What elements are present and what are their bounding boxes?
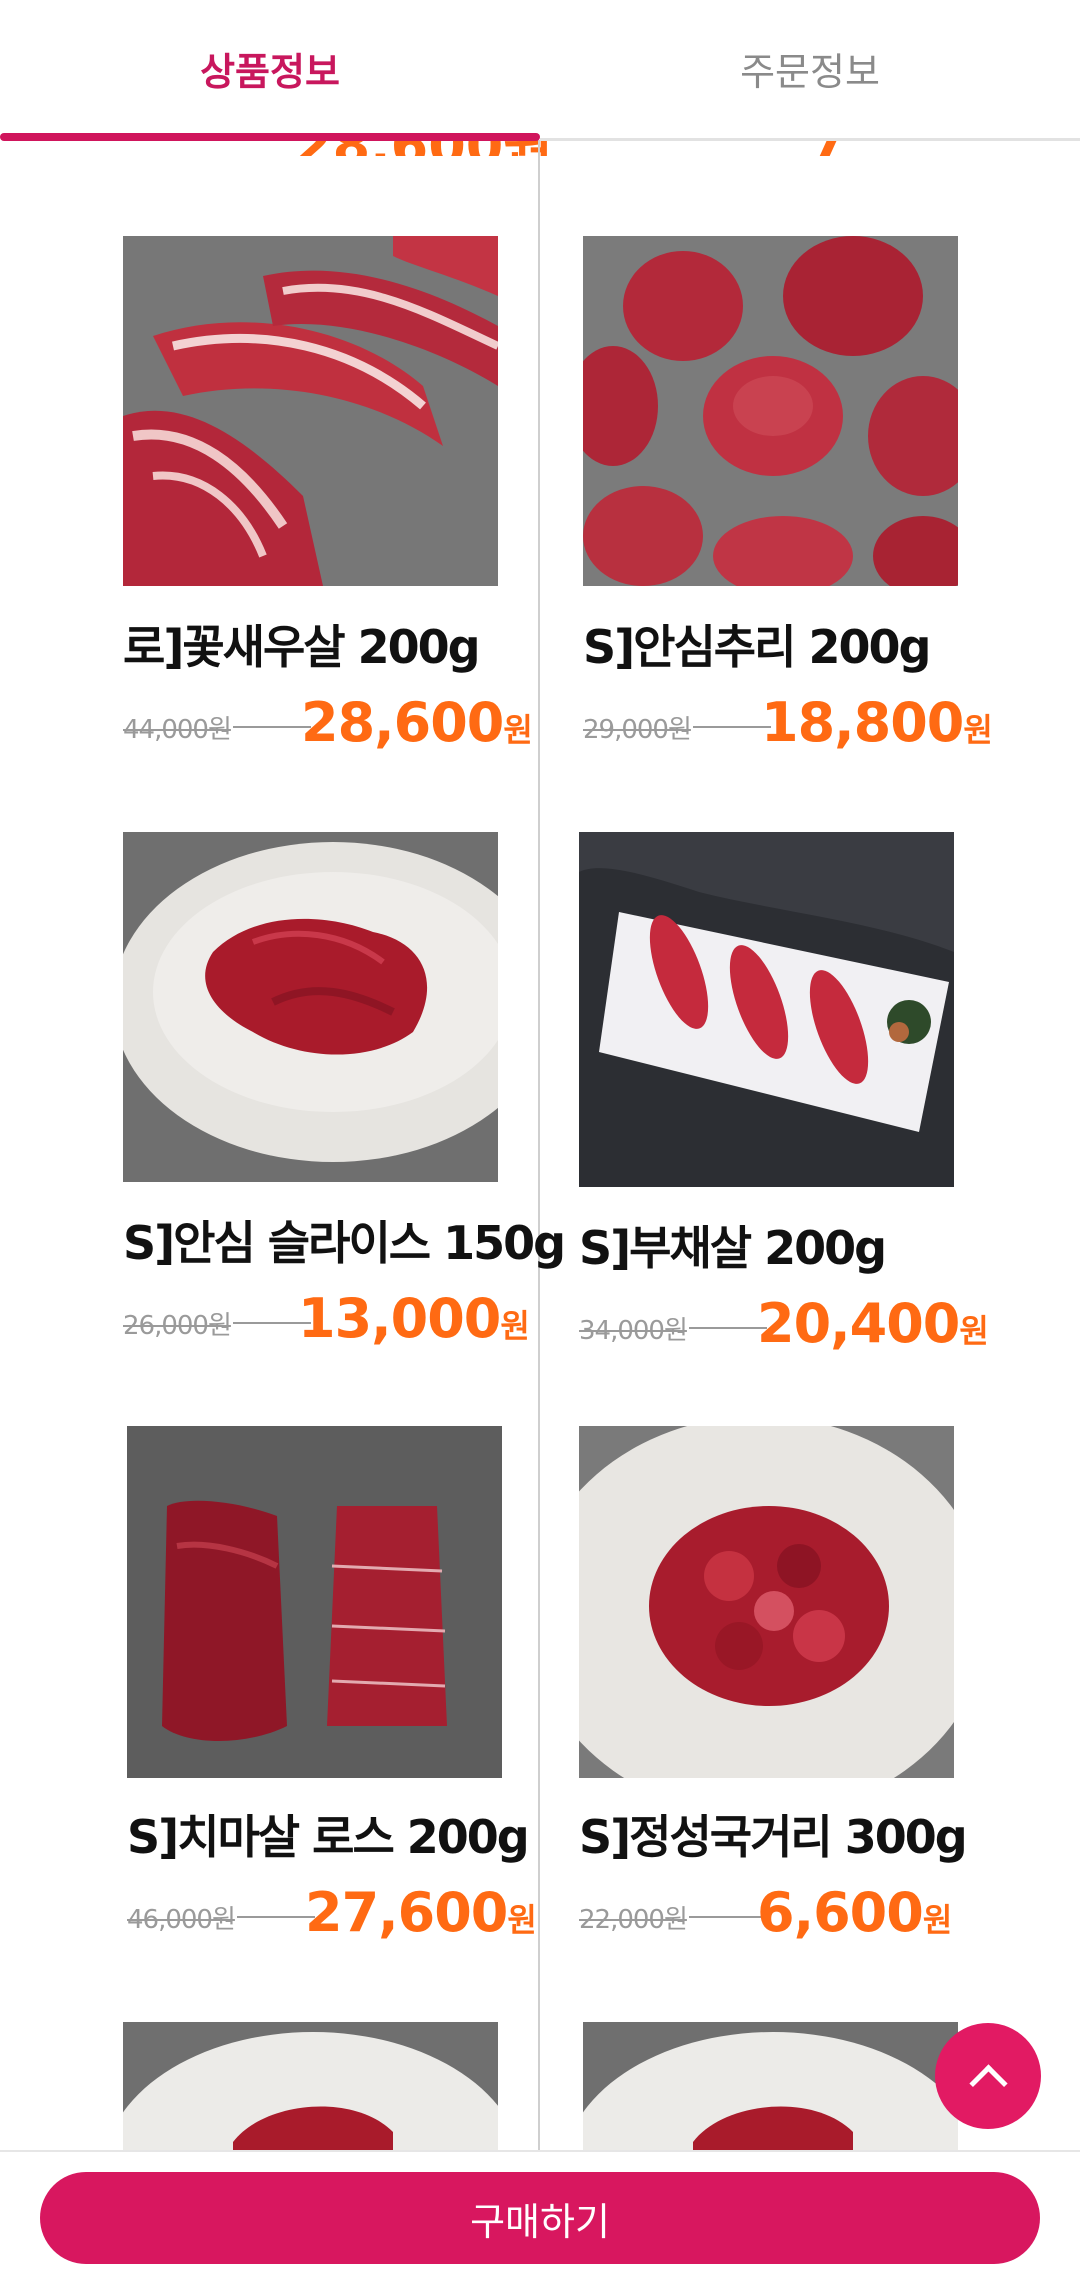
- scroll-top-button[interactable]: [935, 2023, 1041, 2129]
- sale-price: 27,600원: [305, 1881, 537, 1944]
- sale-price: 13,000원: [298, 1287, 530, 1350]
- original-price: 44,000원: [123, 715, 232, 745]
- next-product-photo: [583, 2022, 958, 2150]
- product-name: S]안심추리 200g: [583, 620, 931, 674]
- sale-price: 20,400원: [757, 1292, 989, 1355]
- product-card[interactable]: S]정성국거리 300g 22,000원 6,600원: [579, 1426, 979, 1986]
- product-name: S]정성국거리 300g: [579, 1810, 968, 1864]
- beef-soup-cubes-on-plate-photo: [579, 1426, 954, 1778]
- original-price: 26,000원: [123, 1311, 232, 1341]
- original-price: 22,000원: [579, 1905, 688, 1935]
- product-card[interactable]: S]안심 슬라이스 150g 26,000원 13,000원: [123, 832, 566, 1392]
- tab-product-info[interactable]: 상품정보: [0, 0, 540, 136]
- next-product-photo: [123, 2022, 498, 2150]
- column-divider: [538, 140, 540, 2150]
- sale-price: 28,600원: [301, 691, 533, 754]
- sale-price: 6,600원: [757, 1881, 952, 1944]
- original-price: 29,000원: [583, 715, 692, 745]
- bottom-bar: 구매하기: [0, 2150, 1080, 2286]
- active-tab-indicator: [0, 133, 540, 141]
- arrow-icon: [693, 726, 771, 728]
- product-name: S]부채살 200g: [579, 1221, 887, 1275]
- tab-bar: 상품정보 주문정보: [0, 0, 1080, 141]
- arrow-icon: [237, 1916, 315, 1918]
- product-card[interactable]: 로]꽃새우살 200g 44,000원 28,600원: [123, 236, 533, 796]
- buy-button[interactable]: 구매하기: [40, 2172, 1040, 2264]
- arrow-icon: [689, 1916, 767, 1918]
- product-card[interactable]: S]치마살 로스 200g 46,000원 27,600원: [127, 1426, 537, 1986]
- beef-tenderloin-cubes-photo: [583, 236, 958, 586]
- original-price: 46,000원: [127, 1905, 236, 1935]
- skirt-steak-pieces-photo: [127, 1426, 502, 1778]
- marbled-beef-strips-photo: [123, 236, 498, 586]
- product-card[interactable]: S]부채살 200g 34,000원 20,400원: [579, 832, 989, 1392]
- product-card[interactable]: S]안심추리 200g 29,000원 18,800원: [583, 236, 993, 796]
- flat-iron-steaks-on-tray-photo: [579, 832, 954, 1187]
- arrow-icon: [689, 1327, 767, 1329]
- product-name: S]치마살 로스 200g: [127, 1810, 530, 1864]
- sale-price: 18,800원: [761, 691, 993, 754]
- tab-order-info[interactable]: 주문정보: [540, 0, 1080, 136]
- product-name: S]안심 슬라이스 150g: [123, 1216, 566, 1270]
- sliced-beef-on-plate-photo: [123, 832, 498, 1182]
- original-price: 34,000원: [579, 1316, 688, 1346]
- chevron-up-icon: [968, 2063, 1008, 2103]
- arrow-icon: [233, 726, 311, 728]
- product-name: 로]꽃새우살 200g: [123, 620, 481, 674]
- tab-divider: [540, 138, 1080, 141]
